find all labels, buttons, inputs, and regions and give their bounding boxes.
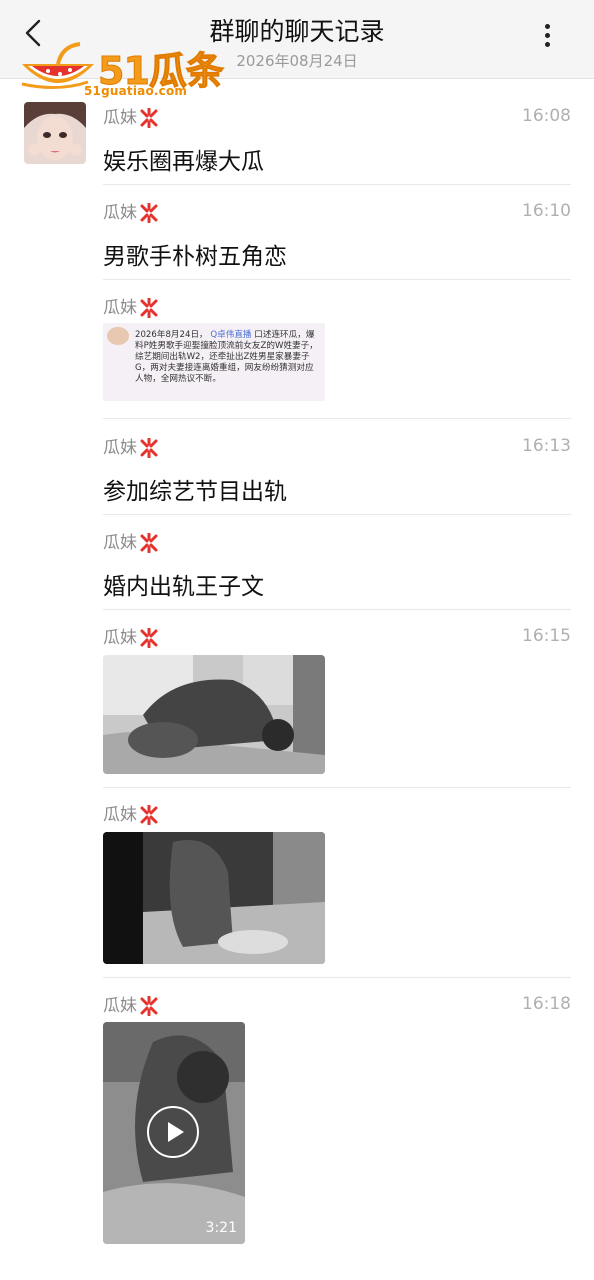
divider — [103, 609, 571, 610]
chat-message: 瓜妹 — [103, 296, 571, 320]
angry-emoji-icon — [140, 628, 158, 648]
chat-message: 瓜妹 16:08 娱乐圈再爆大瓜 — [103, 106, 571, 176]
angry-emoji-icon — [140, 438, 158, 458]
site-logo: 51瓜条 51guatiao.com — [18, 38, 228, 100]
divider — [103, 418, 571, 419]
angry-emoji-icon — [140, 805, 158, 825]
message-time: 16:18 — [522, 994, 571, 1014]
divider — [103, 977, 571, 978]
mini-avatar — [107, 327, 129, 345]
message-text[interactable]: 婚内出轨王子文 — [103, 567, 571, 601]
sender-name: 瓜妹 — [103, 533, 137, 553]
sender-name: 瓜妹 — [103, 298, 137, 318]
more-vertical-icon[interactable] — [540, 24, 554, 52]
message-text[interactable]: 娱乐圈再爆大瓜 — [103, 142, 571, 176]
chat-message: 瓜妹 16:15 — [103, 626, 571, 650]
message-time: 16:13 — [522, 436, 571, 456]
message-time: 16:08 — [522, 106, 571, 126]
message-time: 16:10 — [522, 201, 571, 221]
sender-name: 瓜妹 — [103, 996, 137, 1016]
angry-emoji-icon — [140, 203, 158, 223]
divider — [103, 787, 571, 788]
screenshot-image[interactable]: 2026年8月24日， Q卓伟直播 口述连环瓜，爆料P姓男歌手迎娶撞脸顶流前女友… — [103, 323, 325, 401]
chat-message: 瓜妹 16:18 — [103, 994, 571, 1018]
chat-message: 瓜妹 16:10 男歌手朴树五角恋 — [103, 201, 571, 271]
video-thumbnail[interactable]: 3:21 — [103, 1022, 245, 1244]
sender-name: 瓜妹 — [103, 628, 137, 648]
angry-emoji-icon — [140, 108, 158, 128]
message-time: 16:15 — [522, 626, 571, 646]
caption-date: 2026年8月24日， — [135, 330, 208, 340]
play-icon[interactable] — [147, 1106, 199, 1158]
angry-emoji-icon — [140, 533, 158, 553]
chat-message: 瓜妹 婚内出轨王子文 — [103, 531, 571, 601]
video-duration: 3:21 — [205, 1220, 237, 1236]
divider — [103, 184, 571, 185]
message-text[interactable]: 男歌手朴树五角恋 — [103, 237, 571, 271]
angry-emoji-icon — [140, 996, 158, 1016]
sender-name: 瓜妹 — [103, 203, 137, 223]
avatar[interactable] — [24, 102, 86, 164]
sender-name: 瓜妹 — [103, 805, 137, 825]
logo-url: 51guatiao.com — [84, 84, 188, 98]
photo-thumbnail[interactable] — [103, 832, 325, 964]
angry-emoji-icon — [140, 298, 158, 318]
sender-name: 瓜妹 — [103, 438, 137, 458]
caption-tag: Q卓伟直播 — [210, 330, 252, 340]
sender-name: 瓜妹 — [103, 108, 137, 128]
divider — [103, 279, 571, 280]
message-text[interactable]: 参加综艺节目出轨 — [103, 472, 571, 506]
chat-message: 瓜妹 16:13 参加综艺节目出轨 — [103, 436, 571, 506]
chat-message: 瓜妹 — [103, 803, 571, 827]
divider — [103, 514, 571, 515]
photo-thumbnail[interactable] — [103, 655, 325, 774]
